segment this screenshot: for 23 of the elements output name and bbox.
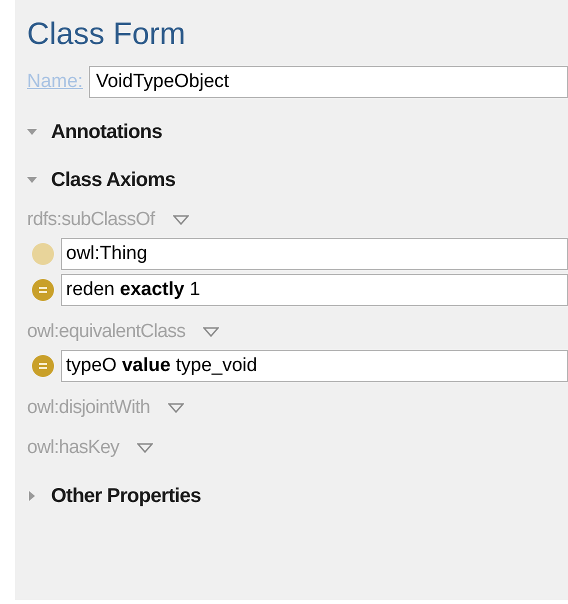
dropdown-arrow-icon[interactable] [137,443,154,453]
axiom-expression[interactable]: owl:Thing [61,238,568,270]
axiom-expression[interactable]: reden exactly 1 [61,274,568,306]
restriction-icon [31,278,55,302]
section-header[interactable]: Other Properties [51,481,201,511]
collapsed-arrow-icon[interactable] [27,491,37,501]
expanded-arrow-icon[interactable] [27,127,37,137]
axiom-label: rdfs:subClassOf [27,208,155,232]
axiom-expression[interactable]: typeO value type_void [61,350,568,382]
section-header[interactable]: Annotations [51,117,162,147]
name-label: Name: [27,70,83,94]
section-header[interactable]: Class Axioms [51,165,176,195]
dropdown-arrow-icon[interactable] [172,215,189,225]
expanded-arrow-icon[interactable] [27,175,37,185]
form-title: Class Form [27,15,186,53]
axiom-label: owl:hasKey [27,436,120,460]
axiom-label: owl:disjointWith [27,396,150,420]
dropdown-arrow-icon[interactable] [168,403,184,413]
restriction-icon [31,354,55,378]
name-field[interactable]: VoidTypeObject [88,66,568,98]
axiom-label: owl:equivalentClass [27,320,186,344]
class-circle-icon [31,242,55,266]
dropdown-arrow-icon[interactable] [203,327,220,337]
